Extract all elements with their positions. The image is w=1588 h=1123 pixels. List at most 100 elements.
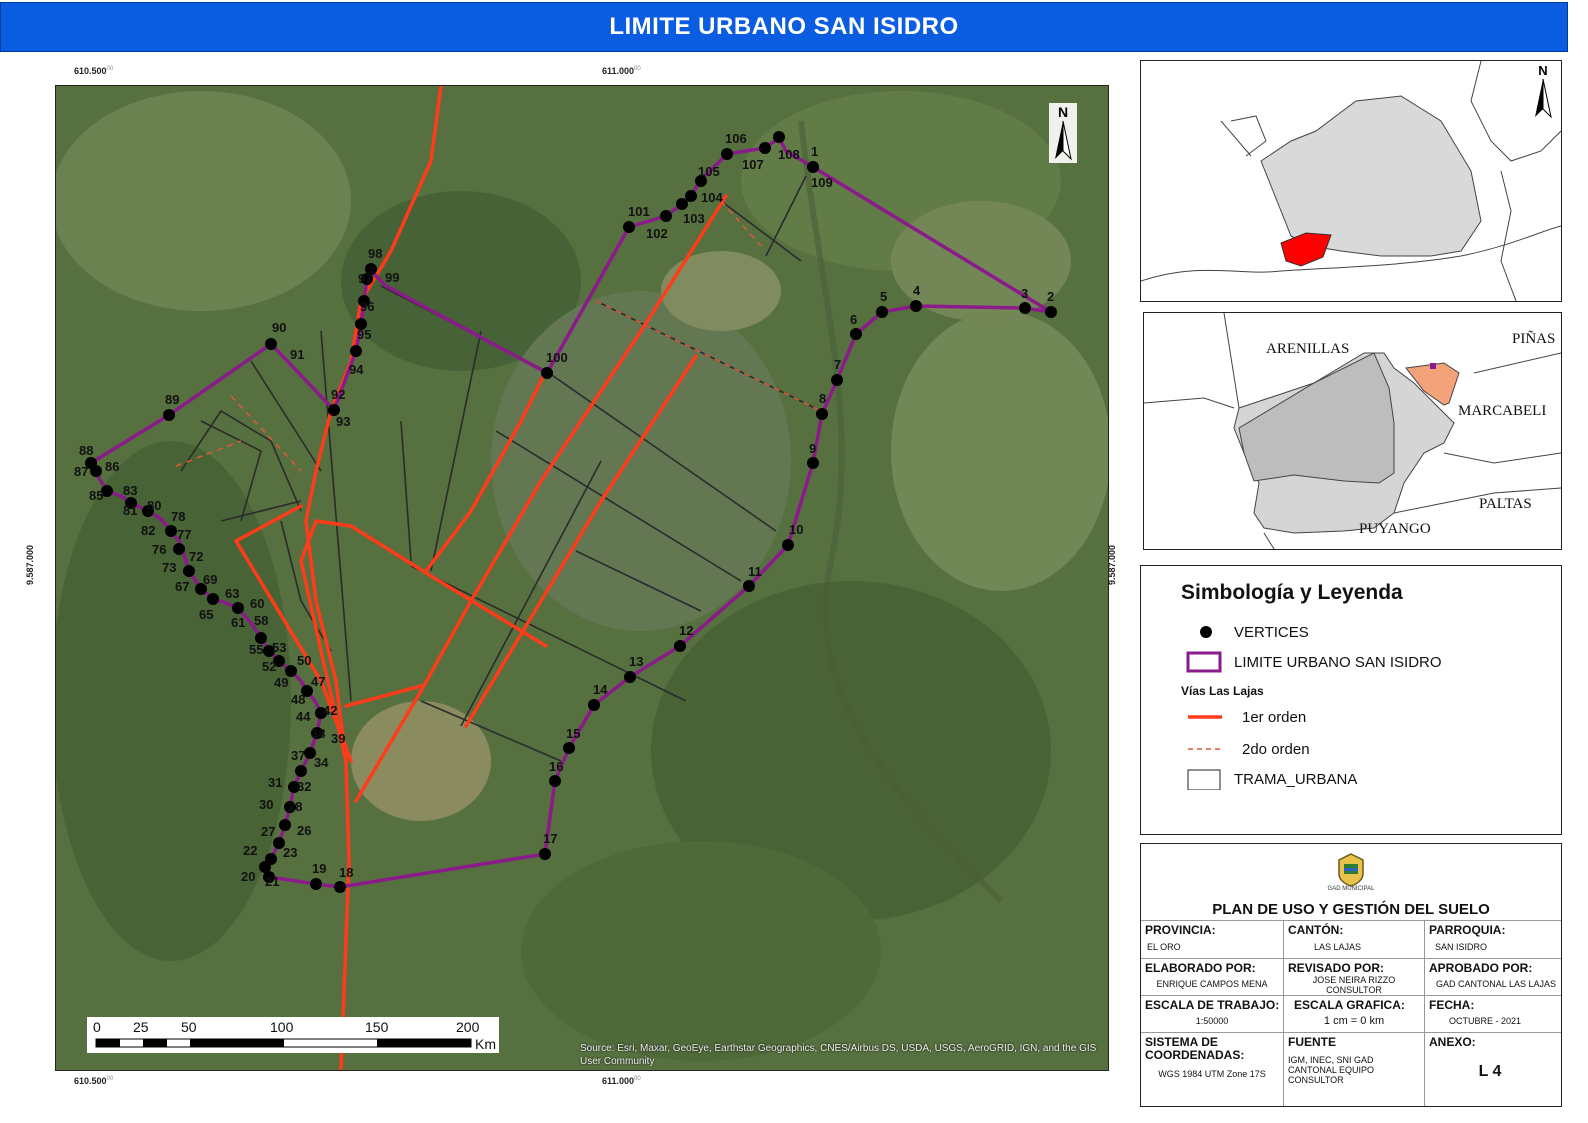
vertex-label: 4: [913, 283, 921, 298]
cell-sistema: SISTEMA DE COORDENADAS: WGS 1984 UTM Zon…: [1141, 1033, 1284, 1106]
vertex-point: [265, 853, 277, 865]
vertex-point: [743, 580, 755, 592]
vertex-label: 22: [243, 843, 257, 858]
vertex-label: 5: [880, 289, 887, 304]
vertex-point: [183, 565, 195, 577]
cell-anexo: ANEXO: L 4: [1425, 1033, 1561, 1106]
legend-item-trama: TRAMA_URBANA: [1186, 768, 1357, 791]
scale-tick: 200: [456, 1019, 480, 1035]
vertex-label: 72: [189, 549, 203, 564]
legend-item-primer-orden: 1er orden: [1188, 708, 1307, 726]
vertex-label: 19: [312, 861, 326, 876]
vertex-point: [876, 306, 888, 318]
svg-text:PALTAS: PALTAS: [1479, 496, 1532, 512]
vertex-point: [279, 819, 291, 831]
legend-panel: Simbología y Leyenda VERTICES LIMITE URB…: [1140, 565, 1562, 835]
vertex-point: [831, 374, 843, 386]
legend-item-vertices: VERTICES: [1186, 621, 1309, 643]
vertex-label: 73: [162, 560, 176, 575]
vertex-point: [1045, 306, 1057, 318]
svg-text:PUYANGO: PUYANGO: [1359, 521, 1431, 537]
vertex-label: 92: [331, 387, 345, 402]
vertex-point: [541, 367, 553, 379]
vertex-point: [773, 131, 785, 143]
vertex-label: 50: [297, 653, 311, 668]
vertex-label: 34: [314, 755, 329, 770]
legend-item-limite: LIMITE URBANO SAN ISIDRO: [1186, 651, 1442, 673]
vertex-point: [310, 878, 322, 890]
cell-fecha: FECHA: OCTUBRE - 2021: [1425, 996, 1561, 1033]
vertex-label: 77: [177, 527, 191, 542]
vertex-label: 14: [593, 682, 608, 697]
vertex-point: [232, 602, 244, 614]
main-map[interactable]: 1 2 3 4 5 6 7 8 9 10 11 12 13 14 15 16 1…: [55, 85, 1109, 1071]
locator-map-country: N: [1140, 60, 1562, 302]
vertex-label: 2: [1047, 289, 1054, 304]
vertex-label: 105: [698, 164, 720, 179]
vertex-label: 23: [283, 845, 297, 860]
vertex-label: 80: [147, 498, 161, 513]
vertex-point: [173, 543, 185, 555]
vertex-label: 102: [646, 226, 668, 241]
vertex-point: [910, 300, 922, 312]
svg-text:N: N: [1538, 63, 1547, 78]
north-arrow: N: [1049, 103, 1077, 163]
vertex-label: 61: [231, 615, 245, 630]
anexo-value: L 4: [1478, 1063, 1502, 1080]
main-map-svg: 1 2 3 4 5 6 7 8 9 10 11 12 13 14 15 16 1…: [56, 86, 1108, 1070]
vertex-point: [660, 210, 672, 222]
vertex-point: [588, 699, 600, 711]
vertex-label: 20: [241, 869, 255, 884]
vertex-label: 9: [809, 441, 816, 456]
legend-title: Simbología y Leyenda: [1181, 581, 1403, 604]
vertex-label: 53: [272, 640, 286, 655]
vertex-label: 63: [225, 586, 239, 601]
vertex-label: 3: [1021, 286, 1028, 301]
vertex-label: 26: [297, 823, 311, 838]
vertex-point: [163, 409, 175, 421]
vertex-label: 48: [291, 692, 305, 707]
vertex-label: 1: [811, 144, 818, 159]
vertex-point: [265, 338, 277, 350]
vertex-label: 76: [152, 542, 166, 557]
vertex-point: [207, 593, 219, 605]
vertex-label: 37: [291, 748, 305, 763]
vertex-point: [721, 148, 733, 160]
vertex-label: 101: [628, 204, 650, 219]
plan-title: PLAN DE USO Y GESTIÓN DEL SUELO: [1212, 901, 1490, 918]
vertex-point: [807, 457, 819, 469]
vertex-label: 95: [357, 327, 371, 342]
vertex-label: 104: [701, 190, 723, 205]
cell-escala-trabajo: ESCALA DE TRABAJO: 1:50000: [1141, 996, 1284, 1033]
vertex-label: 108: [778, 147, 800, 162]
vertex-label: 90: [272, 320, 286, 335]
vertex-label: 52: [262, 659, 276, 674]
vertex-label: 17: [543, 831, 557, 846]
vertex-point: [624, 671, 636, 683]
vertex-label: 96: [360, 299, 374, 314]
vertex-point: [782, 539, 794, 551]
vertex-label: 32: [297, 779, 311, 794]
vertex-label: 49: [274, 675, 288, 690]
cell-elaborado: ELABORADO POR: ENRIQUE CAMPOS MENA: [1141, 959, 1284, 996]
vertex-point: [539, 848, 551, 860]
vertex-label: 8: [819, 391, 826, 406]
title-block: GAD MUNICIPAL PLAN DE USO Y GESTIÓN DEL …: [1140, 843, 1562, 1107]
vertex-point: [816, 408, 828, 420]
vertex-point: [674, 640, 686, 652]
vertex-label: 12: [679, 623, 693, 638]
source-credit: Source: Esri, Maxar, GeoEye, Earthstar G…: [580, 1043, 1097, 1067]
vertex-label: 99: [385, 270, 399, 285]
vertex-point: [685, 190, 697, 202]
vertex-label: 97: [358, 271, 372, 286]
vertex-label: 31: [268, 775, 282, 790]
vertex-point: [807, 161, 819, 173]
vertex-label: 42: [323, 703, 337, 718]
vertex-label: 30: [259, 797, 273, 812]
scale-tick: 0: [93, 1019, 101, 1035]
vertex-label: 13: [629, 654, 643, 669]
scale-tick: 25: [133, 1019, 149, 1035]
vertex-label: 65: [199, 607, 213, 622]
vertex-label: 82: [141, 523, 155, 538]
legend-subtitle: Vías Las Lajas: [1181, 684, 1264, 698]
